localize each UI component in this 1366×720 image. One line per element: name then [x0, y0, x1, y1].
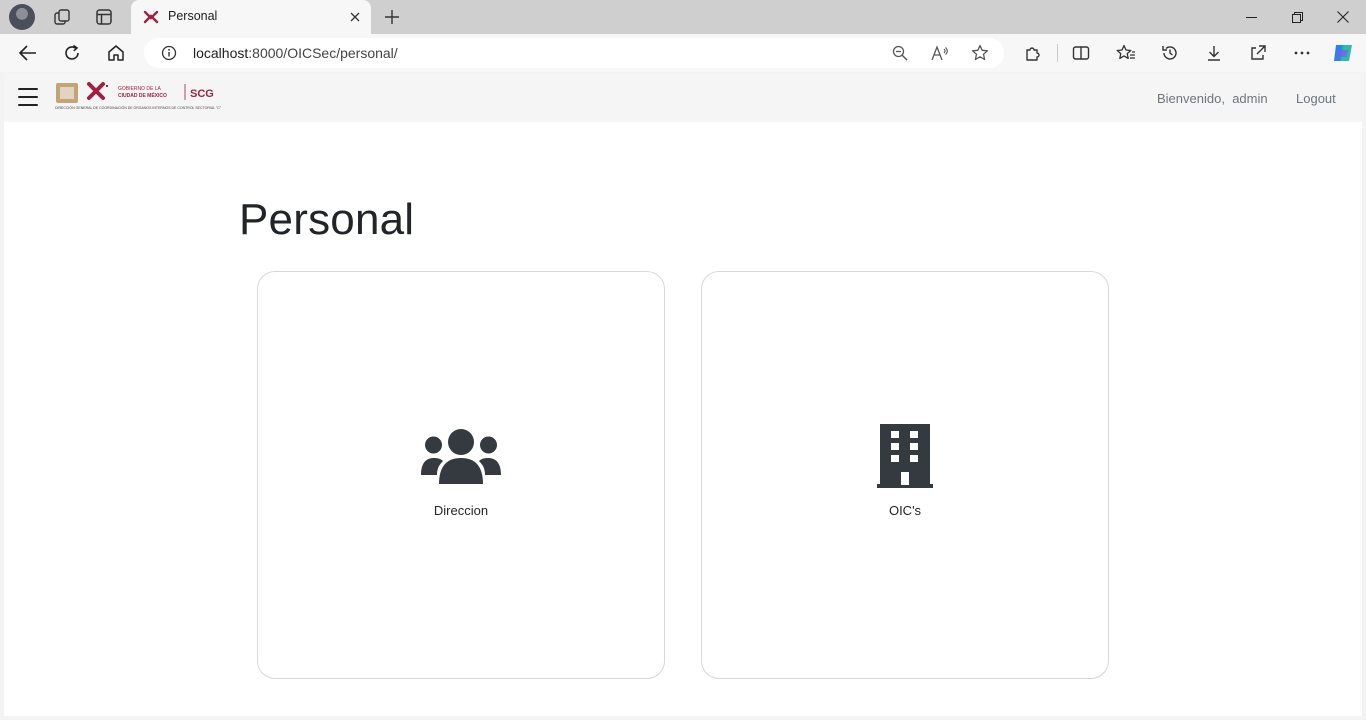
- address-bar[interactable]: localhost:8000/OICSec/personal/: [144, 38, 1004, 68]
- card-direccion[interactable]: Direccion: [257, 271, 665, 679]
- zoom-out-icon[interactable]: [888, 41, 912, 65]
- username: admin: [1232, 91, 1268, 106]
- profile-avatar[interactable]: [9, 4, 35, 30]
- url-host: localhost: [193, 45, 249, 61]
- logout-link[interactable]: Logout: [1296, 91, 1336, 106]
- toolbar-divider: [1057, 44, 1058, 62]
- new-tab-icon[interactable]: [380, 5, 404, 29]
- copilot-icon[interactable]: [1331, 41, 1355, 65]
- extensions-icon[interactable]: [1019, 39, 1047, 67]
- history-icon[interactable]: [1156, 39, 1184, 67]
- url-path: :8000/OICSec/personal/: [248, 45, 398, 61]
- page-viewport: GOBIERNO DE LA CIUDAD DE MÉXICO SCG DIRE…: [4, 73, 1362, 716]
- cdmx-favicon-icon: [143, 10, 159, 24]
- tab-actions-icon[interactable]: [92, 5, 116, 29]
- more-options-icon[interactable]: [1288, 39, 1316, 67]
- card-label-oics: OIC's: [888, 503, 922, 518]
- favorite-star-icon[interactable]: [968, 41, 992, 65]
- building-icon: [877, 424, 933, 488]
- users-icon: [421, 429, 501, 484]
- back-icon[interactable]: [14, 39, 42, 67]
- close-window-icon[interactable]: [1320, 0, 1366, 34]
- logo-gobierno-text: GOBIERNO DE LA: [118, 86, 161, 92]
- logo-cdmx-text: CIUDAD DE MÉXICO: [118, 91, 167, 99]
- reload-icon[interactable]: [58, 39, 86, 67]
- site-info-icon[interactable]: [160, 44, 178, 62]
- close-tab-icon[interactable]: [345, 7, 365, 27]
- top-navbar: GOBIERNO DE LA CIUDAD DE MÉXICO SCG DIRE…: [4, 73, 1362, 122]
- read-aloud-icon[interactable]: [928, 41, 952, 65]
- logo-scg-text: SCG: [190, 88, 214, 100]
- minimize-icon[interactable]: [1228, 0, 1274, 34]
- share-icon[interactable]: [1244, 39, 1272, 67]
- split-screen-icon[interactable]: [1067, 39, 1095, 67]
- workspaces-icon[interactable]: [50, 5, 74, 29]
- browser-tab-strip: Personal: [0, 0, 1366, 34]
- logo-subtitle-text: DIRECCIÓN GENERAL DE COORDINACIÓN DE ÓRG…: [55, 105, 222, 110]
- welcome-label: Bienvenido,: [1157, 91, 1225, 106]
- tab-personal[interactable]: Personal: [131, 0, 371, 34]
- card-label-direccion: Direccion: [433, 503, 489, 518]
- card-oics[interactable]: OIC's: [701, 271, 1109, 679]
- page-title: Personal: [239, 195, 415, 244]
- downloads-icon[interactable]: [1200, 39, 1228, 67]
- restore-icon[interactable]: [1274, 0, 1320, 34]
- tab-title: Personal: [168, 9, 218, 23]
- cdmx-scg-logo[interactable]: GOBIERNO DE LA CIUDAD DE MÉXICO SCG DIRE…: [54, 81, 224, 113]
- address-url[interactable]: localhost:8000/OICSec/personal/: [193, 45, 398, 61]
- welcome-text: Bienvenido, admin: [1157, 91, 1268, 106]
- menu-hamburger-icon[interactable]: [18, 88, 38, 106]
- favorites-icon[interactable]: [1112, 39, 1140, 67]
- browser-toolbar: localhost:8000/OICSec/personal/: [0, 34, 1366, 72]
- home-icon[interactable]: [102, 39, 130, 67]
